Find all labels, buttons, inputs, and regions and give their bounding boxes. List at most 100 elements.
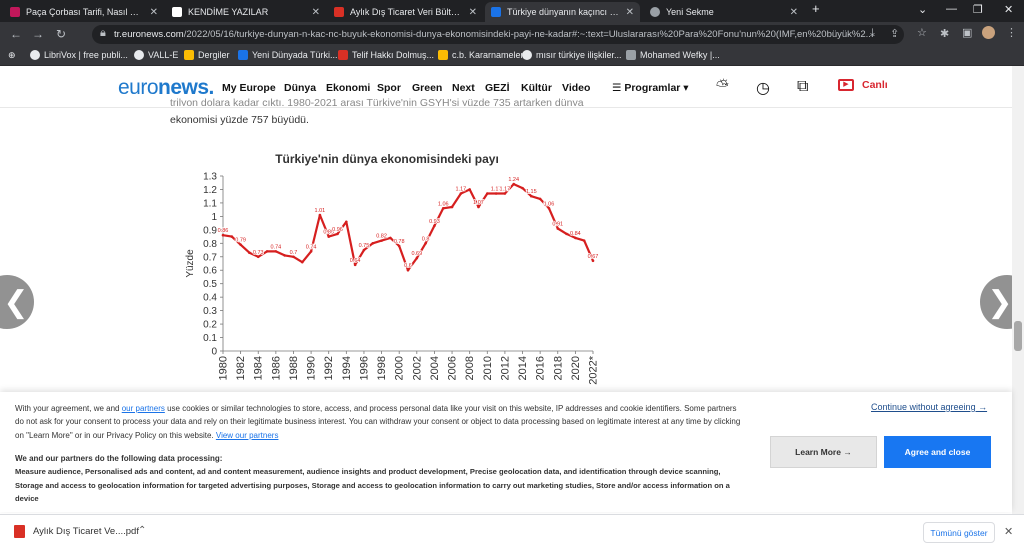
browser-tab-2[interactable]: Aylık Dış Ticaret Veri Bülteni_May ✕ [328,2,483,22]
our-partners-link[interactable]: our partners [122,404,165,413]
browser-tab-4[interactable]: Yeni Sekme ✕ [644,2,804,22]
data-point [389,236,392,240]
bookmark-item[interactable]: VALL-E [134,50,178,60]
data-point [433,224,436,228]
forward-icon[interactable]: → [32,27,44,41]
data-label: 0.7 [290,250,298,256]
y-tick-label: 1 [211,212,217,223]
bookmark-item[interactable]: Telif Hakkı Dolmuş... [338,50,434,60]
article-paragraph: trilyon dolara kadar çıktı. 1980-2021 ar… [170,98,600,129]
tab-favicon-icon [650,7,660,17]
nav-link[interactable]: Ekonomi [326,82,370,94]
data-label: 0.86 [218,228,229,234]
url-input[interactable]: tr.euronews.com/2022/05/16/turkiye-dunya… [92,25,904,44]
learn-more-button[interactable]: Learn More → [770,436,877,468]
nav-link[interactable]: Green [412,82,442,94]
new-tab-button[interactable]: + [812,1,820,16]
lock-icon[interactable]: 🔒︎ [100,27,106,40]
bookmark-label: Telif Hakkı Dolmuş... [352,50,435,60]
chevron-up-icon[interactable]: ⌃ [138,525,146,536]
tab-close-icon[interactable]: ✕ [626,7,634,18]
tab-title: Yeni Sekme [666,7,714,17]
close-downloads-icon[interactable]: ✕ [1004,525,1013,538]
scrollbar-thumb[interactable] [1014,321,1022,351]
bookmark-item[interactable]: Dergiler [184,50,230,60]
show-all-downloads-button[interactable]: Tümünü göster [923,522,995,543]
y-tick-label: 0.2 [203,320,217,331]
nav-link[interactable]: Kültür [521,82,552,94]
programs-menu[interactable]: ☰ Programlar ▾ [612,82,689,94]
clock-icon[interactable]: ◷ [756,78,770,98]
nav-link[interactable]: Video [562,82,590,94]
data-point [362,248,366,252]
bookmark-item[interactable]: LibriVox | free publi... [30,50,128,60]
data-point [371,242,375,245]
tab-close-icon[interactable]: ✕ [469,7,477,18]
nav-link[interactable]: Next [452,82,475,94]
hamburger-icon: ☰ [612,82,625,94]
browser-tab-1[interactable]: KENDİME YAZILAR ✕ [166,2,326,22]
nav-link[interactable]: Dünya [284,82,316,94]
purposes-heading: We and our partners do the following dat… [15,454,223,463]
data-point [353,263,357,267]
bookmark-item[interactable]: Yeni Dünyada Türki... [238,50,338,60]
tab-close-icon[interactable]: ✕ [150,7,158,18]
minimize-icon[interactable]: — [946,3,957,15]
apps-icon[interactable]: ⊕ [8,50,16,61]
live-label: Canlı [862,79,888,91]
continue-without-agreeing-link[interactable]: Continue without agreeing → [871,402,987,412]
data-label: 1.06 [438,201,449,207]
back-icon[interactable]: ← [10,27,22,41]
data-label: 0.74 [306,244,317,250]
agree-and-close-button[interactable]: Agree and close [884,436,991,468]
data-point [512,182,516,186]
maximize-icon[interactable]: ❐ [973,3,983,16]
data-point [521,186,524,190]
tab-close-icon[interactable]: ✕ [790,7,798,18]
data-point [450,205,454,209]
bookmark-item[interactable]: mısır türkiye ilişkiler... [522,50,622,60]
data-point [221,233,225,237]
reload-icon[interactable]: ↻ [56,27,66,41]
share-icon[interactable]: ⇪ [890,27,899,40]
x-tick-label: 1980 [218,356,230,380]
menu-icon[interactable]: ⋮ [1006,26,1017,39]
nav-link[interactable]: GEZİ [485,82,510,94]
bookmark-star-icon[interactable]: ☆ [917,26,927,39]
window-close-icon[interactable]: ✕ [1004,3,1013,16]
view-partners-link[interactable]: View our partners [216,431,279,440]
nav-link[interactable]: My Europe [222,82,276,94]
folder-icon [184,50,194,60]
x-tick-label: 2000 [394,356,406,380]
extensions-icon[interactable]: ✱ [940,27,949,40]
browser-tab-3[interactable]: Türkiye dünyanın kaçıncı büyük ekonomisi… [485,2,640,22]
page-scrollbar[interactable] [1012,66,1024,514]
browser-tab-strip: Paça Çorbası Tarifi, Nasıl Yapılır? ✕ KE… [0,0,1024,22]
data-label: 1.17 [455,187,466,193]
data-label: 0.96 [332,227,343,233]
euronews-logo[interactable]: euronews. [118,76,214,100]
download-item[interactable]: Aylık Dış Ticaret Ve....pdf [14,525,139,538]
bookmark-item[interactable]: Mohamed Wefky |... [626,50,720,60]
copy-icon[interactable]: ⧉ [797,78,808,96]
data-label: 0.67 [588,254,599,260]
data-point [318,213,322,217]
tab-close-icon[interactable]: ✕ [312,7,320,18]
live-button[interactable]: ▶ Canlı [838,79,888,91]
y-tick-label: 0.5 [203,279,217,290]
data-point [468,188,471,191]
x-tick-label: 2008 [464,356,476,380]
nav-link[interactable]: Spor [377,82,401,94]
tab-search-icon[interactable]: ⌄ [918,3,927,16]
install-icon[interactable]: ⤓ [870,27,875,40]
data-point [265,250,269,253]
bookmark-item[interactable]: c.b. Kararnameler [438,50,524,60]
y-tick-label: 1.3 [203,172,217,183]
browser-tab-0[interactable]: Paça Çorbası Tarifi, Nasıl Yapılır? ✕ [4,2,164,22]
profile-avatar[interactable] [982,26,995,39]
weather-icon[interactable]: ⛅︎ [716,78,729,96]
x-tick-label: 2010 [482,356,494,380]
carousel-prev-button[interactable]: ❮ [0,275,34,329]
sidebar-icon[interactable]: ▣ [962,26,972,39]
bookmark-label: c.b. Kararnameler [452,50,524,60]
